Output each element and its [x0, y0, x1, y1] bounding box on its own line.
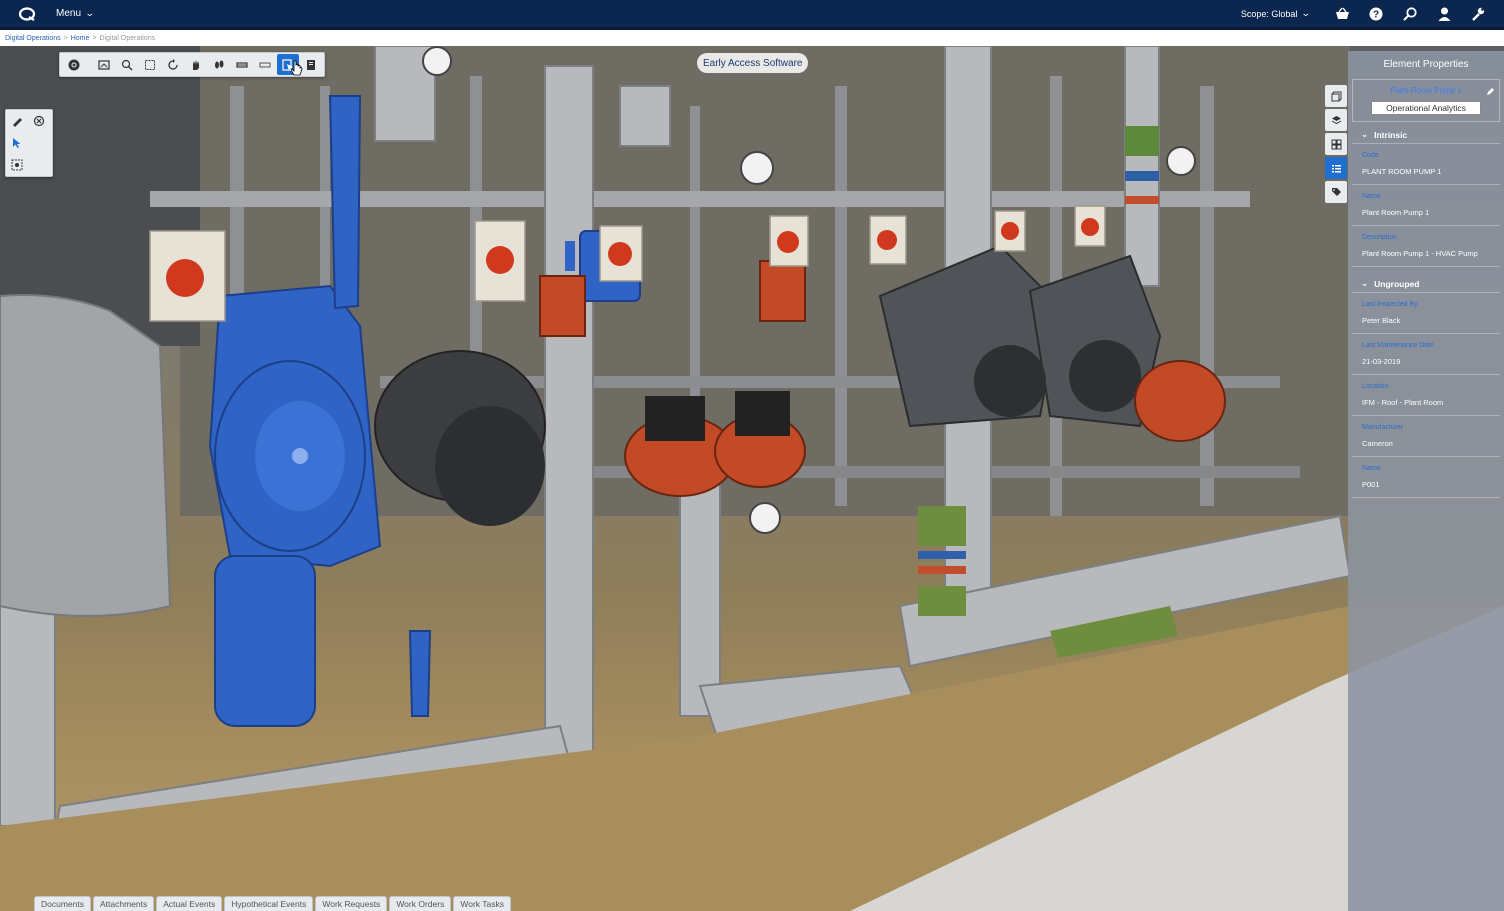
field-value: Peter Black — [1362, 316, 1401, 325]
properties-panel-title: Element Properties — [1383, 58, 1469, 70]
property-field: Name P001 — [1352, 457, 1500, 498]
pointer-icon[interactable] — [6, 132, 28, 154]
user-icon[interactable] — [1436, 6, 1452, 22]
pan-icon[interactable] — [185, 54, 207, 75]
menu-label: Menu — [56, 8, 82, 19]
top-nav-bar: Menu ⌄ Scope: Global ⌄ ? — [0, 0, 1504, 27]
element-name-link[interactable]: Plant Room Pump 1 — [1357, 86, 1495, 95]
field-label: Name — [1362, 465, 1381, 472]
help-icon[interactable]: ? — [1368, 6, 1384, 22]
property-field: Description Plant Room Pump 1 - HVAC Pum… — [1352, 226, 1500, 267]
section-header-intrinsic[interactable]: ⌄ Intrinsic — [1352, 126, 1500, 144]
field-label: Name — [1362, 193, 1381, 200]
breadcrumb-separator: > — [92, 34, 97, 42]
field-label: Location — [1362, 383, 1389, 390]
operational-analytics-button[interactable]: Operational Analytics — [1371, 101, 1481, 115]
viewer-3d-canvas[interactable]: Early Access Software Element Properties… — [0, 46, 1504, 911]
property-field: Last Inspected By Peter Black — [1352, 293, 1500, 334]
zoom-icon[interactable] — [116, 54, 138, 75]
section-icon[interactable] — [231, 54, 253, 75]
tab-work-orders[interactable]: Work Orders — [389, 896, 452, 911]
tab-documents[interactable]: Documents — [34, 896, 91, 911]
element-name: Plant Room Pump 1 — [1390, 86, 1462, 95]
field-value: PLANT ROOM PUMP 1 — [1362, 167, 1442, 176]
property-field: Code PLANT ROOM PUMP 1 — [1352, 144, 1500, 185]
section-title: Ungrouped — [1374, 278, 1420, 289]
basket-icon[interactable] — [1334, 6, 1350, 22]
layers-icon[interactable] — [300, 54, 322, 75]
walk-icon[interactable] — [208, 54, 230, 75]
grid-icon[interactable] — [1325, 133, 1347, 155]
fit-view-icon[interactable] — [93, 54, 115, 75]
field-label: Code — [1362, 152, 1379, 159]
viewer-right-toolbar — [1325, 85, 1347, 203]
svg-text:?: ? — [1373, 9, 1379, 20]
frame-icon[interactable] — [139, 54, 161, 75]
plant-room-scene — [0, 46, 1504, 911]
field-value: 21-03-2019 — [1362, 357, 1401, 366]
breadcrumb: Digital Operations > Home > Digital Oper… — [0, 30, 1504, 46]
measure-icon[interactable] — [6, 110, 28, 132]
early-access-badge: Early Access Software — [697, 53, 809, 73]
tag-icon[interactable] — [1325, 181, 1347, 203]
tab-hypothetical-events[interactable]: Hypothetical Events — [224, 896, 314, 911]
field-value: Cameron — [1362, 439, 1393, 448]
field-label: Manufacturer — [1362, 424, 1404, 431]
layers-stack-icon[interactable] — [1325, 109, 1347, 131]
zoom-box-icon[interactable] — [6, 154, 28, 176]
chevron-down-icon: ⌄ — [1301, 8, 1312, 18]
field-value: Plant Room Pump 1 - HVAC Pump — [1362, 249, 1478, 258]
breadcrumb-current: Digital Operations — [99, 34, 156, 42]
chevron-down-icon: ⌄ — [1361, 278, 1369, 288]
field-label: Last Maintenance Date — [1362, 342, 1434, 349]
chevron-down-icon: ⌄ — [1361, 129, 1369, 139]
settings-icon[interactable] — [62, 54, 86, 75]
tab-actual-events[interactable]: Actual Events — [156, 896, 223, 911]
field-value: IFM - Roof - Plant Room — [1362, 398, 1444, 407]
wrench-icon[interactable] — [1470, 6, 1486, 22]
section-header-ungrouped[interactable]: ⌄ Ungrouped — [1352, 275, 1500, 293]
field-value: P001 — [1362, 480, 1380, 489]
bottom-tab-bar: Documents Attachments Actual Events Hypo… — [34, 896, 511, 911]
rotate-icon[interactable] — [162, 54, 184, 75]
breadcrumb-item-home[interactable]: Home — [71, 35, 90, 42]
scope-label: Scope: Global — [1240, 8, 1298, 19]
property-field: Last Maintenance Date 21-03-2019 — [1352, 334, 1500, 375]
field-label: Last Inspected By — [1362, 301, 1418, 308]
app-logo-icon[interactable] — [18, 6, 36, 21]
section-alt-icon[interactable] — [254, 54, 276, 75]
tab-work-tasks[interactable]: Work Tasks — [453, 896, 511, 911]
tab-work-requests[interactable]: Work Requests — [315, 896, 388, 911]
property-field: Location IFM - Roof - Plant Room — [1352, 375, 1500, 416]
breadcrumb-separator: > — [63, 34, 68, 42]
cube-icon[interactable] — [1325, 85, 1347, 107]
search-icon[interactable] — [1402, 6, 1418, 22]
property-field: Manufacturer Cameron — [1352, 416, 1500, 457]
main-menu-button[interactable]: Menu ⌄ — [56, 8, 95, 19]
breadcrumb-item-digital-operations[interactable]: Digital Operations — [5, 35, 61, 42]
side-tool-panel — [5, 109, 53, 177]
list-icon[interactable] — [1325, 157, 1347, 179]
field-value: Plant Room Pump 1 — [1362, 208, 1430, 217]
tab-attachments[interactable]: Attachments — [93, 896, 155, 911]
element-properties-panel: Element Properties Plant Room Pump 1 Ope… — [1348, 51, 1504, 911]
mouse-cursor-icon — [290, 60, 303, 79]
scope-selector[interactable]: Scope: Global ⌄ — [1240, 8, 1312, 19]
section-title: Intrinsic — [1374, 129, 1408, 140]
chevron-down-icon: ⌄ — [84, 8, 95, 18]
field-label: Description — [1362, 234, 1398, 241]
element-header: Plant Room Pump 1 Operational Analytics — [1352, 79, 1500, 122]
viewer-toolbar — [59, 52, 325, 77]
edit-pencil-icon[interactable] — [1486, 87, 1495, 98]
property-field: Name Plant Room Pump 1 — [1352, 185, 1500, 226]
clear-icon[interactable] — [28, 110, 50, 132]
